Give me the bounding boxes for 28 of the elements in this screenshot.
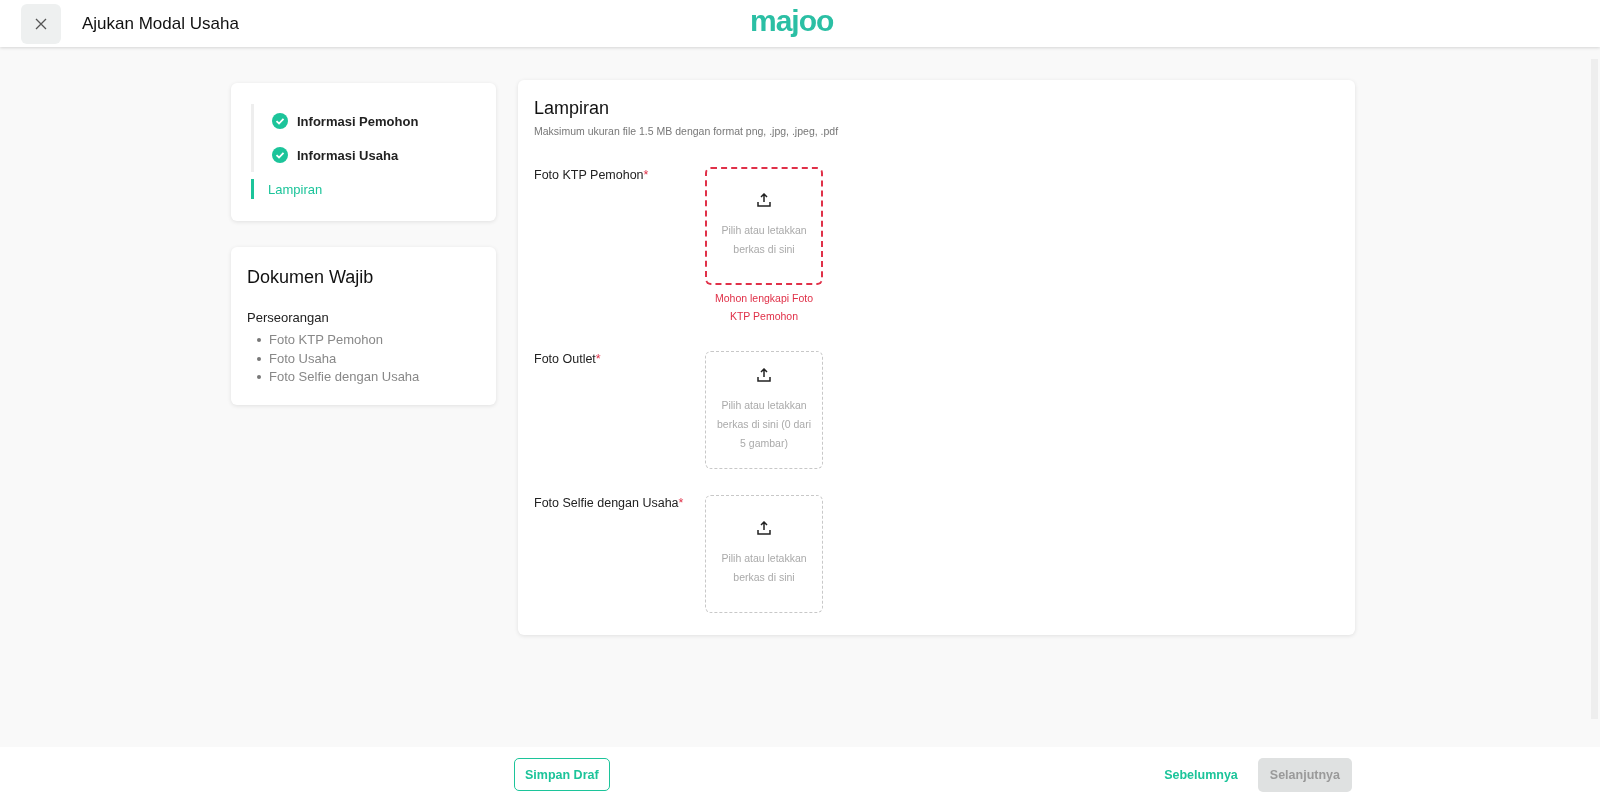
close-button[interactable] — [21, 3, 61, 44]
upload-dropzone[interactable]: Pilih atau letakkan berkas di sini — [705, 495, 823, 613]
check-circle-icon — [272, 147, 288, 163]
upload-icon — [757, 367, 771, 382]
save-draft-button[interactable]: Simpan Draf — [514, 758, 610, 791]
document-item: Foto KTP Pemohon — [257, 331, 480, 350]
step-item[interactable]: Informasi Usaha — [251, 138, 496, 172]
field-label: Foto Outlet* — [534, 351, 602, 368]
card-title: Dokumen Wajib — [247, 267, 375, 288]
section-title: Lampiran — [534, 98, 611, 119]
close-icon — [35, 17, 47, 30]
section-subtitle: Maksimum ukuran file 1.5 MB dengan format png, .jpg, .jpeg, .pdf — [534, 125, 840, 137]
upload-icon — [757, 193, 771, 207]
previous-button[interactable]: Sebelumnya — [1164, 767, 1238, 782]
document-item: Foto Usaha — [257, 349, 480, 368]
upload-dropzone[interactable]: Pilih atau letakkan berkas di sini (0 dari 5 gambar) — [705, 351, 823, 469]
page-title: Ajukan Modal Usaha — [82, 13, 239, 34]
error-message: Mohon lengkapi Foto KTP Pemohon — [713, 291, 815, 324]
field-label: Foto KTP Pemohon* — [534, 167, 650, 184]
group-label: Perseorangan — [247, 310, 330, 325]
upload-dropzone[interactable]: Pilih atau letakkan berkas di sini — [705, 167, 823, 285]
step-item[interactable]: Lampiran — [251, 179, 496, 199]
upload-icon — [757, 521, 771, 535]
step-item[interactable]: Informasi Pemohon — [251, 104, 496, 138]
logo: majoo — [750, 4, 834, 38]
field-label: Foto Selfie dengan Usaha* — [534, 495, 685, 512]
document-item: Foto Selfie dengan Usaha — [257, 368, 480, 387]
check-circle-icon — [272, 113, 288, 129]
